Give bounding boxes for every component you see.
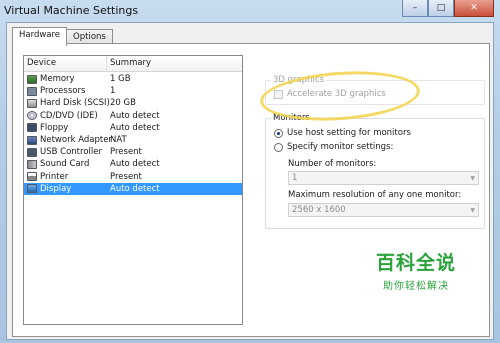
device-cell: Sound Card: [24, 159, 107, 169]
summary-cell: Auto detect: [110, 110, 160, 121]
column-header-summary[interactable]: Summary: [107, 56, 242, 71]
device-row-display[interactable]: Display Auto detect: [24, 182, 242, 195]
monitors-group: Monitors Use host setting for monitors S…: [265, 113, 485, 229]
device-cell: Display: [24, 184, 107, 194]
summary-cell: Auto detect: [110, 122, 160, 133]
device-cell: USB Controller: [24, 147, 107, 157]
summary-cell: NAT: [110, 135, 127, 146]
device-row-printer[interactable]: Printer Present: [24, 171, 242, 183]
device-row-floppy[interactable]: Floppy Auto detect: [24, 122, 242, 134]
hard-disk-icon: [27, 98, 37, 108]
minimize-button[interactable]: –: [402, 0, 428, 17]
radio-dot[interactable]: [274, 142, 283, 152]
device-name: Memory: [40, 74, 75, 85]
device-name: CD/DVD (IDE): [40, 110, 98, 121]
device-cell: Processors: [24, 86, 107, 96]
title-bar: Virtual Machine Settings – □ ✕: [0, 0, 500, 22]
watermark-title: 百科全说: [375, 252, 456, 274]
device-cell: CD/DVD (IDE): [24, 111, 107, 121]
cd-dvd-icon: [27, 111, 37, 121]
chevron-down-icon: ▼: [470, 175, 475, 182]
specify-monitor-label: Specify monitor settings:: [287, 142, 394, 152]
device-row-hard-disk[interactable]: Hard Disk (SCSI) 20 GB: [24, 97, 242, 109]
printer-icon: [27, 172, 37, 182]
device-cell: Hard Disk (SCSI): [24, 98, 110, 109]
device-list-header: Device Summary: [24, 56, 242, 72]
summary-cell: Auto detect: [110, 159, 160, 170]
num-monitors-value: 1: [292, 173, 298, 183]
device-row-network-adapter[interactable]: Network Adapter NAT: [24, 134, 242, 146]
use-host-label: Use host setting for monitors: [287, 128, 411, 138]
device-name: Display: [40, 183, 72, 194]
device-name: Printer: [40, 171, 69, 182]
max-resolution-select[interactable]: 2560 x 1600 ▼: [288, 203, 479, 217]
summary-cell: 20 GB: [110, 98, 136, 109]
chevron-down-icon: ▼: [470, 207, 475, 214]
floppy-icon: [27, 123, 37, 133]
max-resolution-label: Maximum resolution of any one monitor:: [288, 190, 462, 200]
summary-cell: Present: [110, 147, 142, 158]
summary-cell: 1: [110, 86, 116, 97]
summary-cell: Auto detect: [110, 183, 160, 194]
sound-card-icon: [27, 159, 37, 169]
device-row-sound-card[interactable]: Sound Card Auto detect: [24, 158, 242, 170]
dialog-client: Hardware Options Device Summary Memory 1…: [6, 22, 494, 340]
watermark: 百科全说 助你轻松解决: [376, 248, 456, 292]
minimize-icon: –: [412, 3, 418, 13]
watermark-subtitle: 助你轻松解决: [382, 281, 449, 292]
device-name: Sound Card: [40, 159, 90, 170]
caption-buttons: – □ ✕: [402, 0, 494, 17]
summary-cell: 1 GB: [110, 74, 131, 85]
device-list[interactable]: Device Summary Memory 1 GB Processors 1 …: [23, 55, 243, 325]
device-cell: Printer: [24, 172, 107, 182]
use-host-radio[interactable]: Use host setting for monitors: [274, 128, 411, 138]
device-row-memory[interactable]: Memory 1 GB: [24, 73, 242, 85]
window-title: Virtual Machine Settings: [4, 4, 139, 17]
processor-icon: [27, 86, 37, 96]
num-monitors-label: Number of monitors:: [288, 159, 377, 169]
summary-cell: Present: [110, 171, 142, 182]
close-icon: ✕: [470, 3, 478, 13]
device-name: Processors: [40, 86, 86, 97]
max-resolution-value: 2560 x 1600: [292, 205, 346, 215]
device-name: Network Adapter: [40, 135, 112, 146]
device-cell: Network Adapter: [24, 135, 112, 145]
device-name: USB Controller: [40, 147, 102, 158]
device-cell: Floppy: [24, 123, 107, 133]
device-name: Hard Disk (SCSI): [40, 98, 110, 109]
device-row-cd-dvd[interactable]: CD/DVD (IDE) Auto detect: [24, 110, 242, 122]
hardware-panel: Device Summary Memory 1 GB Processors 1 …: [12, 43, 490, 337]
window-frame: Virtual Machine Settings – □ ✕ Hardware …: [0, 0, 500, 343]
tab-hardware[interactable]: Hardware: [12, 27, 68, 46]
close-button[interactable]: ✕: [454, 0, 494, 17]
radio-dot-selected[interactable]: [274, 128, 283, 138]
specify-monitor-radio[interactable]: Specify monitor settings:: [274, 142, 393, 152]
column-header-device[interactable]: Device: [24, 56, 107, 71]
device-rows: Memory 1 GB Processors 1 Hard Disk (SCSI…: [24, 72, 242, 195]
device-cell: Memory: [24, 74, 107, 84]
maximize-icon: □: [436, 3, 446, 13]
device-row-processors[interactable]: Processors 1: [24, 85, 242, 97]
usb-icon: [27, 147, 37, 157]
device-name: Floppy: [40, 122, 69, 133]
num-monitors-select[interactable]: 1 ▼: [288, 171, 479, 185]
maximize-button[interactable]: □: [428, 0, 454, 17]
display-icon: [27, 184, 37, 194]
memory-icon: [27, 74, 37, 84]
network-adapter-icon: [27, 135, 37, 145]
device-row-usb-controller[interactable]: USB Controller Present: [24, 146, 242, 158]
